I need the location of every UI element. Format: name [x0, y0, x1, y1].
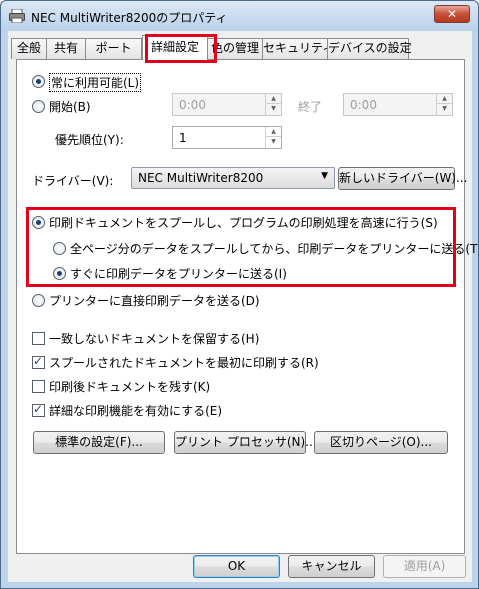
divider	[32, 313, 452, 314]
priority-value: 1	[179, 131, 187, 145]
end-time-down-arrow-icon[interactable]: ▼	[437, 104, 452, 114]
start-time-value: 0:00	[179, 98, 206, 112]
keep-printed-label[interactable]: 印刷後ドキュメントを残す(K)	[49, 378, 210, 395]
enable-advanced-label[interactable]: 詳細な印刷機能を有効にする(E)	[49, 402, 222, 419]
cancel-button[interactable]: キャンセル	[288, 555, 375, 578]
driver-select-value: NEC MultiWriter8200	[138, 171, 264, 185]
tab-security[interactable]: セキュリティ	[262, 38, 334, 59]
dialog-client: 全般 共有 ポート 詳細設定 色の管理 セキュリティ デバイスの設定 常に利用可…	[8, 31, 479, 582]
title-bar[interactable]: NEC MultiWriter8200のプロパティ ✕	[1, 1, 478, 31]
print-spooled-first-label[interactable]: スプールされたドキュメントを最初に印刷する(R)	[49, 354, 319, 371]
chevron-down-icon: ▼	[321, 171, 328, 181]
spool-highlight-box	[26, 207, 456, 287]
print-direct-label[interactable]: プリンターに直接印刷データを送る(D)	[49, 292, 260, 309]
tab-device-settings[interactable]: デバイスの設定	[327, 38, 412, 59]
hold-mismatched-checkbox[interactable]	[32, 332, 45, 345]
printer-icon	[9, 9, 25, 23]
separator-page-button[interactable]: 区切りページ(O)...	[314, 431, 448, 454]
priority-label: 優先順位(Y):	[55, 133, 124, 147]
advanced-panel: 常に利用可能(L) 開始(B) 0:00 ▲ ▼ 終了 0:00 ▲ ▼ 優先順位(…	[16, 59, 479, 554]
priority-up-arrow-icon[interactable]: ▲	[266, 127, 281, 137]
driver-select[interactable]: NEC MultiWriter8200 ▼	[131, 167, 335, 189]
tab-sharing[interactable]: 共有	[46, 38, 86, 59]
print-spooled-first-checkbox[interactable]	[32, 354, 45, 369]
print-direct-radio[interactable]	[32, 294, 45, 307]
properties-window: NEC MultiWriter8200のプロパティ ✕ 全般 共有 ポート 詳細…	[0, 0, 479, 589]
priority-spinner[interactable]: 1 ▲ ▼	[172, 126, 282, 149]
start-time-up-arrow-icon[interactable]: ▲	[266, 94, 281, 104]
priority-down-arrow-icon[interactable]: ▼	[266, 137, 281, 147]
available-from-label[interactable]: 開始(B)	[49, 98, 91, 115]
window-title: NEC MultiWriter8200のプロパティ	[31, 11, 228, 25]
tab-general[interactable]: 全般	[11, 38, 47, 59]
end-time-spinner[interactable]: 0:00 ▲ ▼	[343, 93, 453, 116]
end-time-value: 0:00	[350, 98, 377, 112]
always-available-radio[interactable]	[32, 75, 45, 88]
new-driver-button[interactable]: 新しいドライバー(W)...	[338, 167, 467, 190]
start-time-spinner[interactable]: 0:00 ▲ ▼	[172, 93, 282, 116]
enable-advanced-checkbox[interactable]	[32, 402, 45, 417]
print-processor-button[interactable]: プリント プロセッサ(N)...	[174, 431, 317, 454]
apply-button[interactable]: 適用(A)	[383, 555, 466, 578]
available-from-radio[interactable]	[32, 100, 45, 113]
driver-label: ドライバー(V):	[32, 174, 114, 188]
tab-ports[interactable]: ポート	[85, 38, 142, 59]
printing-defaults-button[interactable]: 標準の設定(F)...	[33, 431, 165, 454]
tab-highlight-box	[145, 34, 217, 63]
ok-button[interactable]: OK	[193, 555, 280, 578]
start-time-down-arrow-icon[interactable]: ▼	[266, 104, 281, 114]
end-time-up-arrow-icon[interactable]: ▲	[437, 94, 452, 104]
hold-mismatched-label[interactable]: 一致しないドキュメントを保留する(H)	[49, 330, 259, 347]
close-button[interactable]: ✕	[434, 5, 470, 23]
keep-printed-checkbox[interactable]	[32, 380, 45, 393]
always-available-label[interactable]: 常に利用可能(L)	[49, 73, 142, 92]
until-label: 終了	[298, 100, 323, 114]
divider	[32, 201, 452, 202]
